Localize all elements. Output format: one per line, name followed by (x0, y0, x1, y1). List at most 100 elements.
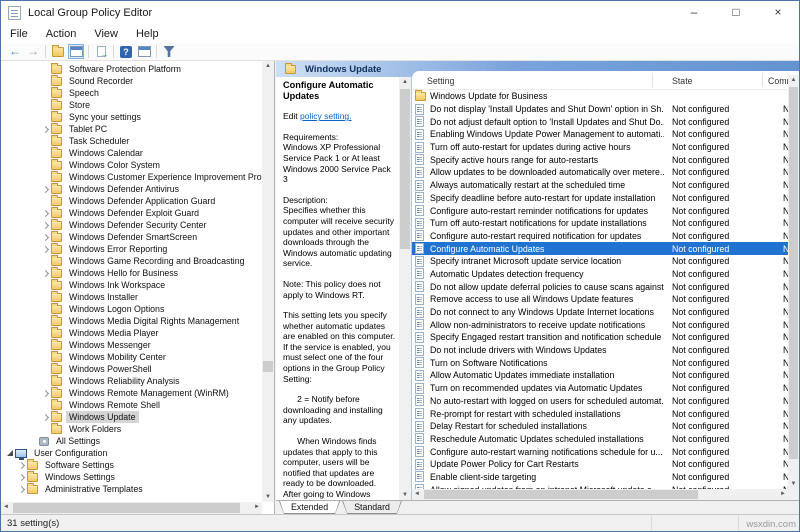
menu-item-help[interactable]: Help (127, 28, 168, 40)
chevron-right-icon[interactable] (17, 485, 27, 493)
tree-item-windows-remote-shell[interactable]: Windows Remote Shell (1, 398, 262, 411)
chevron-right-icon[interactable] (41, 185, 51, 193)
up-one-level-icon[interactable] (50, 44, 66, 59)
list-row-allow-non-administrators-to-receive-update-notifications[interactable]: Allow non-administrators to receive upda… (412, 318, 788, 331)
tree-item-windows-defender-antivirus[interactable]: Windows Defender Antivirus (1, 182, 262, 195)
back-icon[interactable]: ← (7, 44, 23, 59)
list-row-specify-engaged-restart-transition-and-notification-schedule[interactable]: Specify Engaged restart transition and n… (412, 331, 788, 344)
list-horizontal-scrollbar[interactable]: ◄ ► (412, 489, 788, 500)
list-row-specify-deadline-before-auto-restart-for-update-installation[interactable]: Specify deadline before auto-restart for… (412, 192, 788, 205)
tree-item-windows-reliability-analysis[interactable]: Windows Reliability Analysis (1, 374, 262, 387)
list-row-automatic-updates-detection-frequency[interactable]: Automatic Updates detection frequency Not… (412, 268, 788, 281)
tree-item-windows-settings[interactable]: Windows Settings (1, 470, 262, 483)
forward-icon[interactable]: → (25, 44, 41, 59)
tree-hscroll-thumb[interactable] (13, 503, 240, 513)
export-list-icon[interactable] (93, 44, 109, 59)
policy-setting-link[interactable]: policy setting. (300, 111, 352, 121)
chevron-right-icon[interactable] (41, 125, 51, 133)
tab-standard[interactable]: Standard (342, 501, 402, 514)
list-hscroll-thumb[interactable] (424, 490, 698, 499)
list-row-remove-access-to-use-all-windows-update-features[interactable]: Remove access to use all Windows Update … (412, 293, 788, 306)
list-row-allow-automatic-updates-immediate-installation[interactable]: Allow Automatic Updates immediate instal… (412, 369, 788, 382)
list-row-do-not-adjust-default-option-to-install-updates-and-shut-do[interactable]: Do not adjust default option to 'Install… (412, 115, 788, 128)
tree-item-windows-game-recording-and-broadcasting[interactable]: Windows Game Recording and Broadcasting (1, 254, 262, 267)
tree-item-windows-calendar[interactable]: Windows Calendar (1, 146, 262, 159)
list-row-configure-auto-restart-warning-notifications-schedule-for-u[interactable]: Configure auto-restart warning notificat… (412, 445, 788, 458)
tree-item-windows-ink-workspace[interactable]: Windows Ink Workspace (1, 278, 262, 291)
chevron-down-icon[interactable] (5, 450, 15, 456)
list-row-configure-auto-restart-required-notification-for-updates[interactable]: Configure auto-restart required notifica… (412, 230, 788, 243)
tree-item-windows-color-system[interactable]: Windows Color System (1, 158, 262, 171)
chevron-right-icon[interactable] (17, 461, 27, 469)
list-row-configure-automatic-updates[interactable]: Configure Automatic Updates Not configure… (412, 242, 788, 255)
list-row-turn-on-recommended-updates-via-automatic-updates[interactable]: Turn on recommended updates via Automati… (412, 382, 788, 395)
tree-item-windows-messenger[interactable]: Windows Messenger (1, 338, 262, 351)
tree-item-all-settings[interactable]: All Settings (1, 435, 262, 447)
menu-item-action[interactable]: Action (37, 28, 86, 40)
filter-icon[interactable] (161, 44, 177, 59)
chevron-right-icon[interactable] (41, 389, 51, 397)
tab-extended[interactable]: Extended (279, 501, 340, 514)
scroll-down-icon[interactable]: ▼ (788, 481, 799, 487)
properties-window-icon[interactable] (136, 44, 152, 59)
chevron-right-icon[interactable] (41, 245, 51, 253)
list-row-turn-off-auto-restart-notifications-for-update-installations[interactable]: Turn off auto-restart notifications for … (412, 217, 788, 230)
tree-item-administrative-templates[interactable]: Administrative Templates (1, 482, 262, 495)
tree-item-user-configuration[interactable]: User Configuration (1, 447, 262, 460)
chevron-right-icon[interactable] (41, 269, 51, 277)
tree-item-windows-defender-application-guard[interactable]: Windows Defender Application Guard (1, 194, 262, 207)
tree-item-windows-defender-exploit-guard[interactable]: Windows Defender Exploit Guard (1, 206, 262, 219)
scroll-up-icon[interactable]: ▲ (399, 79, 411, 85)
list-row-update-power-policy-for-cart-restarts[interactable]: Update Power Policy for Cart Restarts Not… (412, 458, 788, 471)
chevron-right-icon[interactable] (41, 221, 51, 229)
maximize-button[interactable]: □ (715, 1, 757, 24)
help-icon[interactable]: ? (118, 44, 134, 59)
list-row-do-not-include-drivers-with-windows-updates[interactable]: Do not include drivers with Windows Upda… (412, 344, 788, 357)
scroll-left-icon[interactable]: ◄ (414, 491, 420, 497)
tree-item-windows-media-player[interactable]: Windows Media Player (1, 326, 262, 339)
list-row-re-prompt-for-restart-with-scheduled-installations[interactable]: Re-prompt for restart with scheduled ins… (412, 407, 788, 420)
column-header-state[interactable]: State (672, 76, 693, 86)
scroll-right-icon[interactable]: ► (254, 504, 260, 510)
scroll-up-icon[interactable]: ▲ (262, 63, 274, 69)
tree-item-windows-remote-management-winrm[interactable]: Windows Remote Management (WinRM) (1, 386, 262, 399)
tree-item-windows-update[interactable]: Windows Update (1, 410, 262, 423)
tree-item-software-settings[interactable]: Software Settings (1, 458, 262, 471)
tree-item-tablet-pc[interactable]: Tablet PC (1, 122, 262, 135)
scroll-down-icon[interactable]: ▼ (262, 494, 274, 500)
tree-item-windows-installer[interactable]: Windows Installer (1, 290, 262, 303)
chevron-right-icon[interactable] (41, 233, 51, 241)
list-row-do-not-allow-update-deferral-policies-to-cause-scans-against[interactable]: Do not allow update deferral policies to… (412, 280, 788, 293)
tree-item-windows-defender-security-center[interactable]: Windows Defender Security Center (1, 218, 262, 231)
tree-item-windows-hello-for-business[interactable]: Windows Hello for Business (1, 266, 262, 279)
chevron-right-icon[interactable] (17, 473, 27, 481)
tree-item-windows-customer-experience-improvement-program[interactable]: Windows Customer Experience Improvement … (1, 170, 262, 183)
description-vertical-scrollbar[interactable]: ▲ ▼ (399, 77, 411, 500)
list-row-enable-client-side-targeting[interactable]: Enable client-side targeting Not configur… (412, 471, 788, 484)
tree-horizontal-scrollbar[interactable]: ◄ ► (1, 502, 262, 514)
column-divider[interactable] (762, 74, 763, 87)
list-row-do-not-display-install-updates-and-shut-down-option-in-sh[interactable]: Do not display 'Install Updates and Shut… (412, 103, 788, 116)
list-row-reschedule-automatic-updates-scheduled-installations[interactable]: Reschedule Automatic Updates scheduled i… (412, 433, 788, 446)
tree-item-store[interactable]: Store (1, 98, 262, 111)
tree-item-speech[interactable]: Speech (1, 86, 262, 99)
menu-item-view[interactable]: View (85, 28, 127, 40)
tree-item-sound-recorder[interactable]: Sound Recorder (1, 74, 262, 87)
tree-item-windows-media-digital-rights-management[interactable]: Windows Media Digital Rights Management (1, 314, 262, 327)
show-console-tree-icon[interactable] (68, 44, 84, 59)
tree-item-task-scheduler[interactable]: Task Scheduler (1, 134, 262, 147)
scroll-up-icon[interactable]: ▲ (788, 77, 799, 83)
tree-item-work-folders[interactable]: Work Folders (1, 422, 262, 435)
list-vertical-scrollbar[interactable]: ▲ ▼ (788, 75, 799, 489)
tree-item-windows-logon-options[interactable]: Windows Logon Options (1, 302, 262, 315)
list-row-delay-restart-for-scheduled-installations[interactable]: Delay Restart for scheduled installation… (412, 420, 788, 433)
scroll-left-icon[interactable]: ◄ (3, 504, 9, 510)
list-row-allow-updates-to-be-downloaded-automatically-over-metere[interactable]: Allow updates to be downloaded automatic… (412, 166, 788, 179)
column-divider[interactable] (652, 74, 653, 87)
list-row-windows-update-for-business[interactable]: Windows Update for Business (412, 90, 788, 103)
list-row-enabling-windows-update-power-management-to-automati[interactable]: Enabling Windows Update Power Management… (412, 128, 788, 141)
list-row-always-automatically-restart-at-the-scheduled-time[interactable]: Always automatically restart at the sche… (412, 179, 788, 192)
list-vscroll-thumb[interactable] (789, 87, 798, 459)
scroll-down-icon[interactable]: ▼ (399, 492, 411, 498)
list-row-do-not-connect-to-any-windows-update-internet-locations[interactable]: Do not connect to any Windows Update Int… (412, 306, 788, 319)
